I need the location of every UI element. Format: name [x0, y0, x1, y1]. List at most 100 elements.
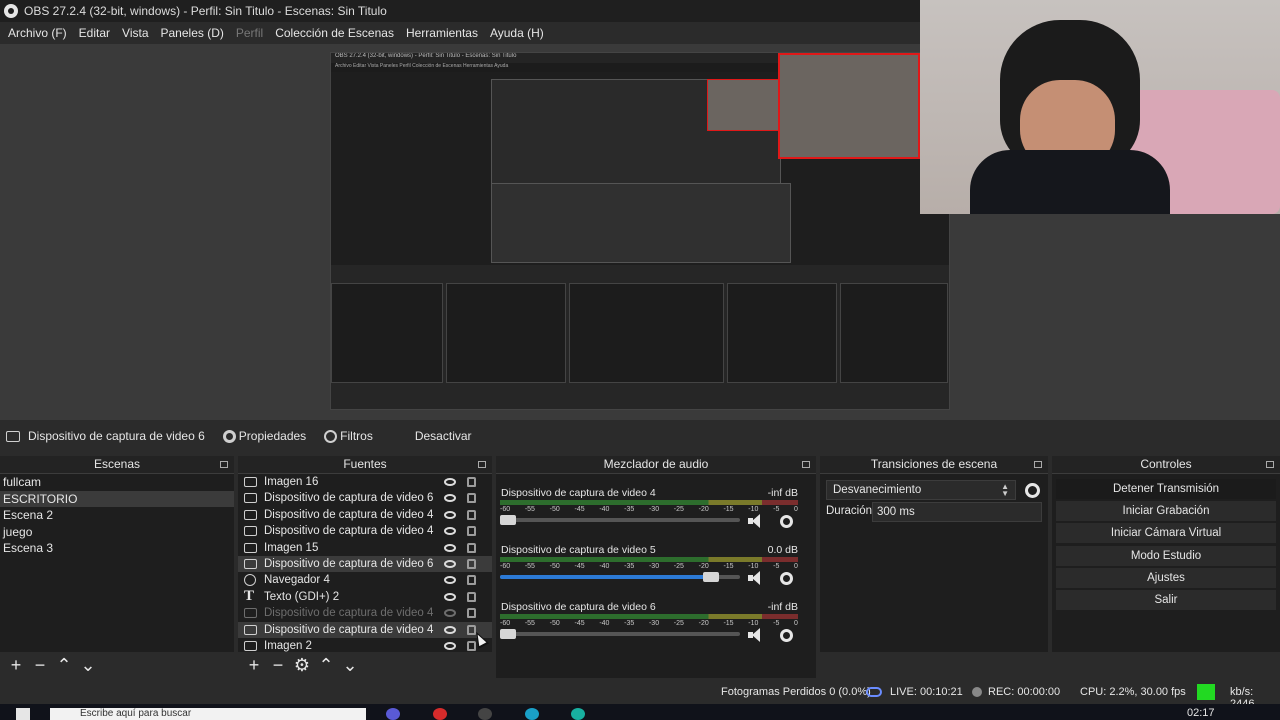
- preview-canvas[interactable]: OBS 27.2.4 (32-bit, windows) - Perfil: S…: [330, 52, 950, 410]
- sources-dock-title: Fuentes: [343, 457, 387, 471]
- menu-archivo[interactable]: Archivo (F): [2, 26, 73, 40]
- opera-icon[interactable]: [433, 708, 447, 720]
- add-scene-button[interactable]: +: [6, 656, 26, 674]
- undock-icon[interactable]: [1034, 461, 1042, 468]
- source-item[interactable]: T Texto (GDI+) 2: [238, 588, 492, 605]
- speaker-icon[interactable]: [748, 571, 766, 585]
- eye-hidden-icon[interactable]: [444, 609, 456, 618]
- exit-button[interactable]: Salir: [1056, 589, 1276, 610]
- start-recording-button[interactable]: Iniciar Grabación: [1056, 501, 1276, 522]
- speaker-icon[interactable]: [748, 514, 766, 528]
- move-source-down-button[interactable]: ⌄: [340, 656, 360, 674]
- properties-button[interactable]: Propiedades: [222, 429, 306, 443]
- add-source-button[interactable]: +: [244, 656, 264, 674]
- source-item[interactable]: Dispositivo de captura de video 4: [238, 507, 492, 523]
- lock-icon[interactable]: [467, 493, 476, 504]
- meter-tick-label: -35: [624, 620, 635, 627]
- eye-icon[interactable]: [444, 576, 456, 585]
- webcam-source-selection[interactable]: [778, 53, 920, 159]
- eye-icon[interactable]: [444, 494, 456, 503]
- obs-taskbar-icon[interactable]: [478, 708, 492, 720]
- menu-vista[interactable]: Vista: [116, 26, 154, 40]
- camera-icon: [244, 526, 257, 537]
- app-icon[interactable]: [571, 708, 585, 720]
- duration-label: Duración: [826, 505, 873, 517]
- eye-icon[interactable]: [444, 625, 456, 634]
- filters-button[interactable]: Filtros: [324, 429, 373, 443]
- source-item[interactable]: Dispositivo de captura de video 4: [238, 523, 492, 539]
- source-item[interactable]: Dispositivo de captura de video 4: [238, 621, 492, 638]
- meter-tick-label: -50: [549, 563, 560, 570]
- eye-icon[interactable]: [444, 510, 456, 519]
- menu-editar[interactable]: Editar: [73, 26, 116, 40]
- source-item[interactable]: Dispositivo de captura de video 6: [238, 490, 492, 506]
- transition-select[interactable]: Desvanecimiento ▲ ▼: [826, 480, 1016, 500]
- volume-slider[interactable]: [500, 515, 740, 525]
- eye-icon[interactable]: [444, 559, 456, 568]
- move-source-up-button[interactable]: ⌃: [316, 656, 336, 674]
- volume-slider[interactable]: [500, 629, 740, 639]
- deactivate-button[interactable]: Desactivar: [397, 426, 490, 446]
- filter-icon: [324, 429, 338, 443]
- volume-slider[interactable]: [500, 572, 740, 582]
- scene-item[interactable]: ESCRITORIO: [0, 490, 234, 507]
- duration-input[interactable]: 300 ms: [872, 502, 1042, 522]
- eye-icon[interactable]: [444, 478, 456, 486]
- scene-item[interactable]: Escena 2: [0, 507, 234, 524]
- scenes-dock-header: Escenas: [0, 456, 234, 474]
- gear-icon[interactable]: [780, 572, 793, 585]
- source-item[interactable]: Imagen 15: [238, 540, 492, 556]
- source-item[interactable]: Dispositivo de captura de video 6: [238, 555, 492, 573]
- lock-icon[interactable]: [467, 575, 476, 586]
- speaker-icon[interactable]: [748, 628, 766, 642]
- volume-slider-handle[interactable]: [500, 629, 516, 639]
- lock-icon[interactable]: [467, 526, 476, 537]
- settings-button[interactable]: Ajustes: [1056, 567, 1276, 588]
- meter-tick-label: -40: [599, 506, 610, 513]
- edge-icon[interactable]: [525, 708, 539, 720]
- eye-icon[interactable]: [444, 543, 456, 552]
- source-label: Dispositivo de captura de video 4: [264, 525, 434, 538]
- windows-start-icon[interactable]: [16, 708, 30, 720]
- lock-icon[interactable]: [467, 542, 476, 553]
- remove-source-button[interactable]: −: [268, 656, 288, 674]
- move-scene-down-button[interactable]: ⌄: [78, 656, 98, 674]
- volume-slider-handle[interactable]: [703, 572, 720, 582]
- menu-herramientas[interactable]: Herramientas: [400, 26, 484, 40]
- eye-icon[interactable]: [444, 527, 456, 536]
- source-settings-button[interactable]: ⚙: [292, 656, 312, 674]
- scene-item[interactable]: Escena 3: [0, 540, 234, 557]
- source-item[interactable]: Navegador 4: [238, 572, 492, 588]
- source-item[interactable]: Dispositivo de captura de video 4: [238, 605, 492, 621]
- undock-icon[interactable]: [220, 461, 228, 468]
- volume-slider-handle[interactable]: [500, 515, 516, 525]
- scene-item[interactable]: fullcam: [0, 474, 234, 491]
- source-item[interactable]: Imagen 2: [238, 638, 492, 654]
- gear-icon[interactable]: [780, 515, 793, 528]
- taskbar-search-input[interactable]: Escribe aquí para buscar: [50, 708, 366, 720]
- undock-icon[interactable]: [478, 461, 486, 468]
- discord-icon[interactable]: [386, 708, 400, 720]
- source-item[interactable]: Imagen 16: [238, 474, 492, 490]
- lock-icon[interactable]: [467, 608, 476, 619]
- scene-item[interactable]: juego: [0, 524, 234, 541]
- undock-icon[interactable]: [802, 461, 810, 468]
- start-virtual-camera-button[interactable]: Iniciar Cámara Virtual: [1056, 523, 1276, 544]
- lock-icon[interactable]: [467, 558, 476, 569]
- stop-streaming-button[interactable]: Detener Transmisión: [1056, 479, 1276, 499]
- lock-icon[interactable]: [467, 477, 476, 487]
- studio-mode-button[interactable]: Modo Estudio: [1056, 545, 1276, 566]
- menu-ayuda[interactable]: Ayuda (H): [484, 26, 550, 40]
- eye-icon[interactable]: [444, 641, 456, 650]
- lock-icon[interactable]: [467, 591, 476, 602]
- eye-icon[interactable]: [444, 592, 456, 601]
- menu-paneles[interactable]: Paneles (D): [155, 26, 230, 40]
- menu-coleccion-escenas[interactable]: Colección de Escenas: [269, 26, 400, 40]
- meter-tick-label: -45: [574, 506, 585, 513]
- lock-icon[interactable]: [467, 509, 476, 520]
- gear-icon[interactable]: [780, 629, 793, 642]
- gear-icon[interactable]: [1025, 483, 1040, 498]
- undock-icon[interactable]: [1266, 461, 1274, 468]
- move-scene-up-button[interactable]: ⌃: [54, 656, 74, 674]
- remove-scene-button[interactable]: −: [30, 656, 50, 674]
